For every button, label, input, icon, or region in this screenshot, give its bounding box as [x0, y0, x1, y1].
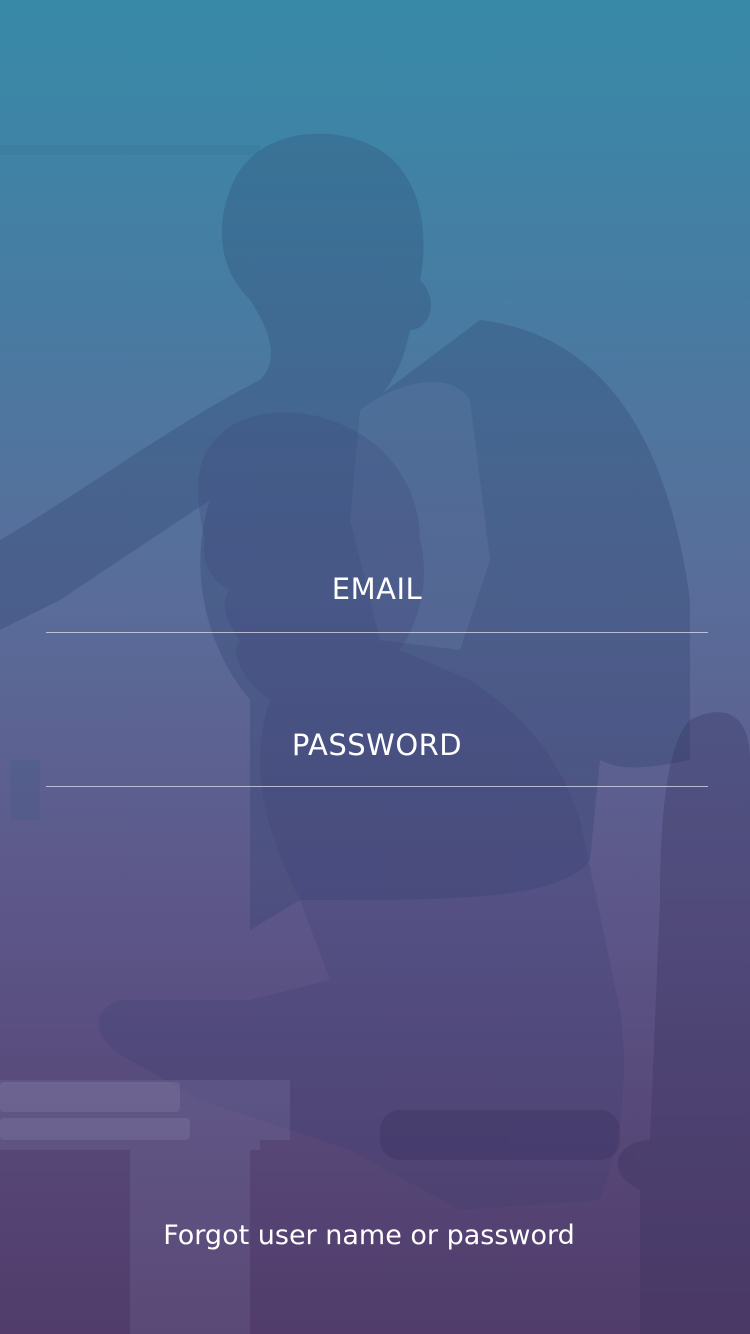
email-field[interactable] [46, 566, 712, 628]
login-screen: EMAIL PASSWORD Forgot user name or passw… [0, 0, 750, 1334]
gradient-overlay [0, 0, 750, 1334]
email-underline [46, 632, 708, 633]
password-underline [46, 786, 708, 787]
forgot-credentials-link[interactable]: Forgot user name or password [0, 1220, 738, 1251]
password-field[interactable] [46, 722, 712, 784]
